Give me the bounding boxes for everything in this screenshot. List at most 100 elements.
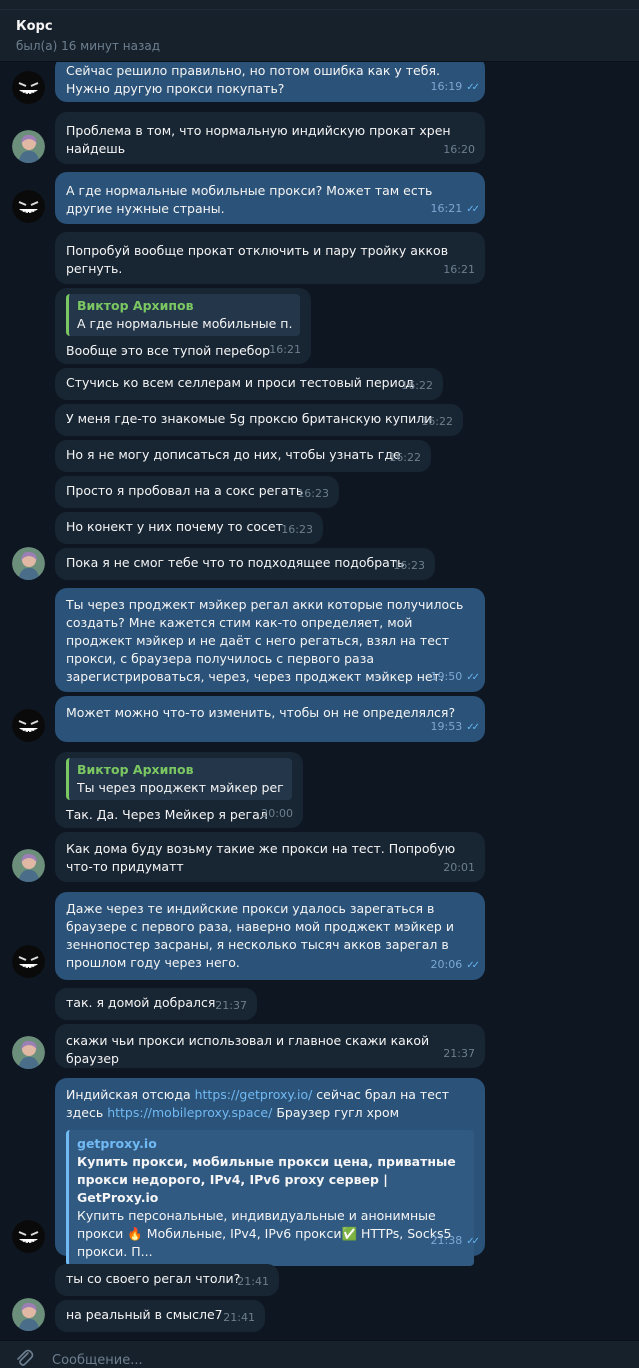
avatar-self[interactable]: [12, 709, 45, 742]
message-time: 16:22: [421, 415, 453, 428]
link-mobileproxy[interactable]: https://mobileproxy.space/: [107, 1105, 272, 1120]
double-check-icon: ✓✓: [466, 960, 480, 971]
message-text: Попробуй вообще прокат отключить и пару …: [66, 243, 449, 276]
message-text: Даже через те индийские прокси удалось з…: [66, 901, 454, 970]
user-photo-avatar: [12, 1298, 45, 1331]
message-text: Так. Да. Через Мейкер я регал: [66, 807, 268, 822]
reply-author: Виктор Архипов: [77, 298, 194, 313]
chat-header[interactable]: Корс был(а) 16 минут назад: [0, 10, 639, 62]
message-incoming[interactable]: Попробуй вообще прокат отключить и пару …: [55, 232, 485, 284]
grin-face-avatar: [12, 190, 45, 223]
message-time: 21:38 ✓✓: [430, 1234, 480, 1247]
message-text: скажи чьи прокси использовал и главное с…: [66, 1033, 430, 1066]
message-outgoing[interactable]: Сейчас решило правильно, но потом ошибка…: [55, 62, 485, 102]
message-text: Сейчас решило правильно, но потом ошибка…: [66, 63, 440, 96]
message-incoming[interactable]: Но я не могу дописаться до них, чтобы уз…: [55, 440, 431, 472]
avatar-self[interactable]: [12, 71, 45, 104]
message-incoming[interactable]: на реальный в смысле7 21:41: [55, 1300, 265, 1332]
message-incoming[interactable]: У меня где-то знакомые 5g проксю британс…: [55, 404, 463, 436]
message-text: Индийская отсюда https://getproxy.io/ се…: [66, 1087, 450, 1120]
message-incoming[interactable]: Как дома буду возьму такие же прокси на …: [55, 832, 485, 882]
message-text: Стучись ко всем селлерам и проси тестовы…: [66, 375, 415, 390]
preview-title: Купить прокси, мобильные прокси цена, пр…: [77, 1154, 456, 1205]
avatar-self[interactable]: [12, 945, 45, 978]
grin-face-avatar: [12, 1220, 45, 1253]
message-incoming[interactable]: Проблема в том, что нормальную индийскую…: [55, 112, 485, 164]
message-incoming[interactable]: скажи чьи прокси использовал и главное с…: [55, 1024, 485, 1068]
message-incoming[interactable]: так. я домой добрался 21:37: [55, 988, 257, 1020]
message-time: 19:50 ✓✓: [430, 670, 480, 683]
message-composer[interactable]: Сообщение...: [0, 1340, 639, 1368]
user-photo-avatar: [12, 849, 45, 882]
message-outgoing[interactable]: Ты через проджект мэйкер регал акки кото…: [55, 588, 485, 692]
double-check-icon: ✓✓: [466, 82, 480, 93]
message-outgoing[interactable]: Даже через те индийские прокси удалось з…: [55, 892, 485, 980]
reply-text: Ты через проджект мэйкер регал...: [77, 780, 284, 795]
message-time: 16:20: [443, 143, 475, 156]
message-text: Может можно что-то изменить, чтобы он не…: [66, 705, 456, 720]
message-time: 21:37: [215, 999, 247, 1012]
message-time: 16:21: [443, 263, 475, 276]
double-check-icon: ✓✓: [466, 722, 480, 733]
reply-quote[interactable]: Виктор Архипов Ты через проджект мэйкер …: [66, 758, 292, 800]
message-text: Ты через проджект мэйкер регал акки кото…: [66, 597, 464, 684]
avatar-peer[interactable]: [12, 1036, 45, 1069]
message-time: 21:41: [237, 1275, 269, 1288]
last-seen-status: был(а) 16 минут назад: [16, 39, 160, 53]
message-incoming[interactable]: Стучись ко всем селлерам и проси тестовы…: [55, 368, 443, 400]
paperclip-icon[interactable]: [14, 1347, 34, 1368]
message-outgoing[interactable]: Может можно что-то изменить, чтобы он не…: [55, 696, 485, 742]
message-time: 16:21 ✓✓: [430, 202, 480, 215]
double-check-icon: ✓✓: [466, 1236, 480, 1247]
avatar-self[interactable]: [12, 1220, 45, 1253]
message-text: Проблема в том, что нормальную индийскую…: [66, 123, 451, 156]
reply-text: А где нормальные мобильные п...: [77, 316, 292, 331]
grin-face-avatar: [12, 71, 45, 104]
message-time: 16:23: [297, 487, 329, 500]
user-photo-avatar: [12, 547, 45, 580]
preview-site: getproxy.io: [77, 1136, 157, 1151]
message-text: Вообще это все тупой перебор: [66, 343, 271, 358]
message-time: 16:22: [401, 379, 433, 392]
message-text: У меня где-то знакомые 5g проксю британс…: [66, 411, 433, 426]
link-getproxy[interactable]: https://getproxy.io/: [195, 1087, 313, 1102]
reply-author: Виктор Архипов: [77, 762, 194, 777]
message-incoming[interactable]: ты со своего регал чтоли? 21:41: [55, 1264, 279, 1296]
message-text: Но я не могу дописаться до них, чтобы уз…: [66, 447, 401, 462]
window-top-strip: [0, 0, 639, 10]
message-outgoing[interactable]: А где нормальные мобильные прокси? Может…: [55, 172, 485, 224]
preview-description: Купить персональные, индивидуальные и ан…: [77, 1208, 452, 1259]
avatar-peer[interactable]: [12, 849, 45, 882]
message-time: 16:21: [269, 343, 301, 356]
grin-face-avatar: [12, 945, 45, 978]
reply-quote[interactable]: Виктор Архипов А где нормальные мобильны…: [66, 294, 300, 336]
message-text: А где нормальные мобильные прокси? Может…: [66, 183, 433, 216]
message-incoming[interactable]: Виктор Архипов А где нормальные мобильны…: [55, 288, 311, 364]
message-time: 16:19 ✓✓: [430, 80, 480, 93]
grin-face-avatar: [12, 709, 45, 742]
message-time: 21:41: [223, 1311, 255, 1324]
message-incoming[interactable]: Виктор Архипов Ты через проджект мэйкер …: [55, 752, 303, 828]
message-time: 20:06 ✓✓: [430, 958, 480, 971]
message-text: Пока я не смог тебе что то подходящее по…: [66, 555, 405, 570]
message-list[interactable]: Сейчас решило правильно, но потом ошибка…: [0, 62, 639, 1340]
message-text: Как дома буду возьму такие же прокси на …: [66, 841, 456, 874]
avatar-peer[interactable]: [12, 547, 45, 580]
avatar-peer[interactable]: [12, 130, 45, 163]
message-time: 21:37: [443, 1047, 475, 1060]
avatar-peer[interactable]: [12, 1298, 45, 1331]
chat-title: Корс: [16, 19, 53, 34]
double-check-icon: ✓✓: [466, 672, 480, 683]
link-preview[interactable]: getproxy.io Купить прокси, мобильные про…: [66, 1130, 474, 1266]
message-incoming[interactable]: Пока я не смог тебе что то подходящее по…: [55, 548, 435, 580]
message-input[interactable]: Сообщение...: [52, 1353, 143, 1368]
double-check-icon: ✓✓: [466, 204, 480, 215]
message-time: 19:53 ✓✓: [430, 720, 480, 733]
message-text: Но конект у них почему то сосет: [66, 519, 283, 534]
message-time: 16:23: [281, 523, 313, 536]
user-photo-avatar: [12, 1036, 45, 1069]
message-incoming[interactable]: Просто я пробовал на а сокс регать 16:23: [55, 476, 339, 508]
message-outgoing[interactable]: Индийская отсюда https://getproxy.io/ се…: [55, 1078, 485, 1266]
avatar-self[interactable]: [12, 190, 45, 223]
message-incoming[interactable]: Но конект у них почему то сосет 16:23: [55, 512, 323, 544]
